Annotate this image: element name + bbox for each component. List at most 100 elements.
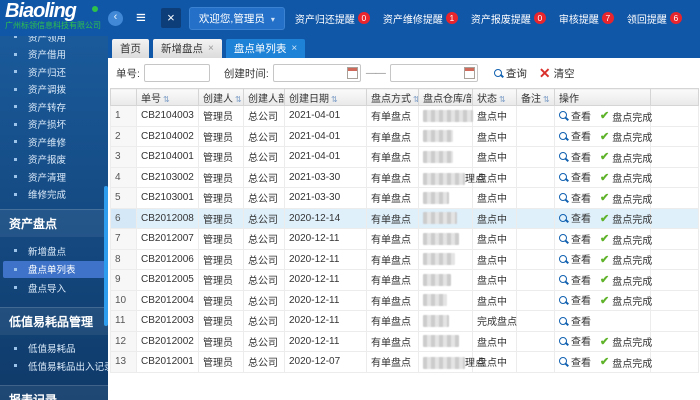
sidebar-item-label: 资产损坏: [28, 117, 66, 131]
notification-item[interactable]: 资产维修提醒1: [383, 11, 458, 26]
notification-item[interactable]: 资产报废提醒0: [471, 11, 546, 26]
sidebar-section-header[interactable]: 资产盘点: [0, 209, 108, 237]
cell-row-number: 5: [111, 188, 137, 209]
tab-盘点单列表[interactable]: 盘点单列表×: [226, 39, 305, 58]
view-action[interactable]: 查看: [559, 354, 591, 369]
complete-action[interactable]: ✔盘点完成: [600, 191, 652, 206]
view-action[interactable]: 查看: [559, 231, 591, 246]
sidebar-item[interactable]: 低值易耗品出入记录: [0, 357, 108, 375]
sort-icon[interactable]: ⇅: [413, 95, 419, 104]
complete-action[interactable]: ✔盘点完成: [600, 273, 652, 288]
sort-icon[interactable]: ⇅: [163, 95, 170, 104]
view-action[interactable]: 查看: [559, 251, 591, 266]
sort-icon[interactable]: ⇅: [499, 95, 506, 104]
cell-mode: 有单盘点: [367, 167, 419, 188]
view-action[interactable]: 查看: [559, 149, 591, 164]
view-action[interactable]: 查看: [559, 108, 591, 123]
sidebar-item[interactable]: 低值易耗品: [0, 340, 108, 358]
view-action[interactable]: 查看: [559, 333, 591, 348]
sidebar-item[interactable]: 资产损坏: [0, 116, 108, 134]
sidebar-collapse-button[interactable]: ‹: [108, 11, 123, 26]
sidebar-item[interactable]: 资产归还: [0, 63, 108, 81]
cell-row-number: 11: [111, 311, 137, 332]
column-header[interactable]: 状态⇅: [473, 89, 517, 106]
column-header[interactable]: 备注⇅: [517, 89, 555, 106]
table-row[interactable]: 9CB2012005管理员总公司2020-12-11有单盘点盘点中查看✔盘点完成: [111, 270, 699, 291]
column-header[interactable]: 单号⇅: [137, 89, 199, 106]
cell-creator-dept: 总公司: [244, 188, 285, 209]
cell-order-code: CB2012002: [137, 331, 199, 352]
column-header[interactable]: 操作: [555, 89, 651, 106]
tab-首页[interactable]: 首页: [112, 39, 149, 58]
complete-action[interactable]: ✔盘点完成: [600, 211, 652, 226]
notification-item[interactable]: 审核提醒7: [559, 11, 614, 26]
complete-action[interactable]: ✔盘点完成: [600, 232, 652, 247]
hamburger-menu-icon[interactable]: ≡: [136, 8, 146, 28]
column-header[interactable]: 创建人部门⇅: [244, 89, 285, 106]
notification-item[interactable]: 资产归还提醒0: [295, 11, 370, 26]
view-action[interactable]: 查看: [559, 128, 591, 143]
cell-creator-dept: 总公司: [244, 352, 285, 373]
view-action[interactable]: 查看: [559, 210, 591, 225]
table-row[interactable]: 8CB2012006管理员总公司2020-12-11有单盘点盘点中查看✔盘点完成: [111, 249, 699, 270]
sidebar-item[interactable]: 盘点导入: [0, 279, 108, 297]
table-row[interactable]: 7CB2012007管理员总公司2020-12-11有单盘点盘点中查看✔盘点完成: [111, 229, 699, 250]
column-header[interactable]: 创建人⇅: [199, 89, 244, 106]
view-magnifier-icon: [559, 132, 567, 140]
sidebar-item[interactable]: 资产转存: [0, 98, 108, 116]
sidebar-item[interactable]: 资产调拨: [0, 81, 108, 99]
complete-action[interactable]: ✔盘点完成: [600, 355, 652, 370]
close-tabs-button[interactable]: ×: [161, 8, 181, 28]
complete-action[interactable]: ✔盘点完成: [600, 109, 652, 124]
sidebar-item[interactable]: 资产借用: [0, 46, 108, 64]
view-action[interactable]: 查看: [559, 313, 591, 328]
table-row[interactable]: 1CB2104003管理员总公司2021-04-01有单盘点盘点中查看✔盘点完成: [111, 106, 699, 127]
tab-新增盘点[interactable]: 新增盘点×: [153, 39, 222, 58]
table-row[interactable]: 13CB2012001管理员总公司2020-12-07有单盘点理点盘点中查看✔盘…: [111, 352, 699, 373]
table-row[interactable]: 3CB2104001管理员总公司2021-04-01有单盘点盘点中查看✔盘点完成: [111, 147, 699, 168]
column-header[interactable]: 盘点仓库/部门⇅: [419, 89, 473, 106]
order-no-input[interactable]: [144, 64, 210, 82]
calendar-icon[interactable]: [347, 67, 358, 79]
table-row[interactable]: 11CB2012003管理员总公司2020-12-11有单盘点完成盘点查看: [111, 311, 699, 332]
sidebar-section-header[interactable]: 报表记录: [0, 385, 108, 400]
table-row[interactable]: 12CB2012002管理员总公司2020-12-11有单盘点盘点中查看✔盘点完…: [111, 331, 699, 352]
complete-action[interactable]: ✔盘点完成: [600, 252, 652, 267]
sidebar-item[interactable]: 资产清理: [0, 168, 108, 186]
sidebar-item[interactable]: 盘点单列表: [3, 261, 105, 279]
sidebar-scrollbar[interactable]: [104, 186, 108, 326]
search-button[interactable]: 查询: [494, 66, 527, 81]
table-row[interactable]: 2CB2104002管理员总公司2021-04-01有单盘点盘点中查看✔盘点完成: [111, 126, 699, 147]
tab-close-icon[interactable]: ×: [291, 43, 297, 54]
complete-action[interactable]: ✔盘点完成: [600, 334, 652, 349]
sidebar-item[interactable]: 资产报废: [0, 151, 108, 169]
sidebar-item[interactable]: 新增盘点: [0, 242, 108, 260]
sort-icon[interactable]: ⇅: [235, 95, 242, 104]
view-action[interactable]: 查看: [559, 190, 591, 205]
table-row[interactable]: 10CB2012004管理员总公司2020-12-11有单盘点盘点中查看✔盘点完…: [111, 290, 699, 311]
sort-icon[interactable]: ⇅: [543, 95, 550, 104]
user-welcome-dropdown[interactable]: 欢迎您,管理员▾: [189, 7, 285, 30]
sidebar-item[interactable]: 资产维修: [0, 133, 108, 151]
table-row[interactable]: 6CB2012008管理员总公司2020-12-14有单盘点盘点中查看✔盘点完成: [111, 208, 699, 229]
sort-icon[interactable]: ⇅: [331, 95, 338, 104]
view-action[interactable]: 查看: [559, 169, 591, 184]
column-header[interactable]: 创建日期⇅: [285, 89, 367, 106]
sidebar-item[interactable]: 维修完成: [0, 186, 108, 204]
cell-target: [419, 106, 473, 127]
view-action[interactable]: 查看: [559, 272, 591, 287]
complete-action[interactable]: ✔盘点完成: [600, 170, 652, 185]
complete-action[interactable]: ✔盘点完成: [600, 150, 652, 165]
table-row[interactable]: 5CB2103001管理员总公司2021-03-30有单盘点盘点中查看✔盘点完成: [111, 188, 699, 209]
complete-action[interactable]: ✔盘点完成: [600, 129, 652, 144]
column-header[interactable]: 盘点方式⇅: [367, 89, 419, 106]
tab-close-icon[interactable]: ×: [208, 43, 214, 54]
calendar-icon[interactable]: [464, 67, 475, 79]
view-action[interactable]: 查看: [559, 292, 591, 307]
notification-item[interactable]: 领回提醒6: [627, 11, 682, 26]
table-row[interactable]: 4CB2103002管理员总公司2021-03-30有单盘点理点盘点中查看✔盘点…: [111, 167, 699, 188]
clear-button[interactable]: ✕ 清空: [539, 66, 575, 81]
sidebar-section-header[interactable]: 低值易耗品管理: [0, 307, 108, 335]
complete-action[interactable]: ✔盘点完成: [600, 293, 652, 308]
sidebar-item[interactable]: 资产领用: [0, 36, 108, 46]
